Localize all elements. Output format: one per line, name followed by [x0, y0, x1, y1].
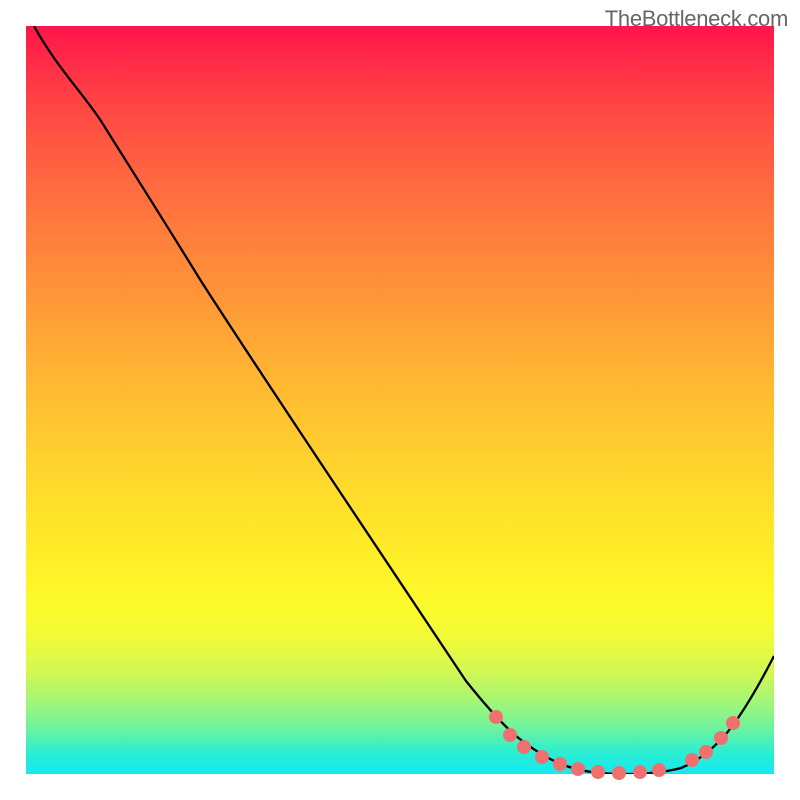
chart-dot [535, 750, 549, 764]
chart-dot [652, 763, 666, 777]
chart-data-dots-layer [26, 26, 774, 774]
chart-dot [685, 753, 699, 767]
chart-container: TheBottleneck.com [0, 0, 800, 800]
watermark-text: TheBottleneck.com [605, 6, 788, 32]
chart-dot [612, 766, 626, 780]
chart-dot [726, 716, 740, 730]
chart-dot [517, 740, 531, 754]
chart-dot [699, 745, 713, 759]
chart-dot [591, 765, 605, 779]
chart-dot [714, 731, 728, 745]
chart-dot [633, 765, 647, 779]
chart-dot [503, 728, 517, 742]
chart-dot [571, 762, 585, 776]
chart-dot [553, 757, 567, 771]
chart-dot [489, 710, 503, 724]
